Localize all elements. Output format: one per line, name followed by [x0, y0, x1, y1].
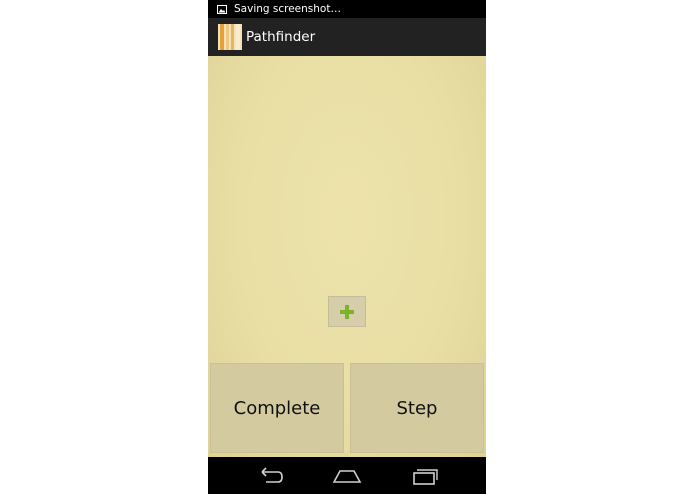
- status-notification-text: Saving screenshot…: [234, 3, 341, 15]
- home-icon[interactable]: [331, 466, 363, 486]
- main-content-area: Complete Step: [208, 56, 486, 457]
- add-button[interactable]: [328, 296, 366, 327]
- status-bar: Saving screenshot…: [208, 0, 486, 18]
- recent-apps-icon[interactable]: [410, 466, 440, 486]
- bottom-button-row: Complete Step: [208, 363, 486, 457]
- back-icon[interactable]: [254, 466, 284, 486]
- app-title: Pathfinder: [246, 29, 316, 45]
- app-icon[interactable]: [218, 24, 242, 50]
- image-icon: [217, 4, 227, 14]
- action-bar: Pathfinder: [208, 18, 486, 57]
- complete-button-label: Complete: [233, 397, 321, 419]
- navigation-bar: [208, 457, 486, 494]
- phone-screen: Saving screenshot… Pathfinder Complete S…: [208, 0, 486, 494]
- plus-icon: [340, 304, 354, 319]
- step-button[interactable]: Step: [350, 363, 484, 453]
- complete-button[interactable]: Complete: [210, 363, 344, 453]
- step-button-label: Step: [396, 397, 438, 419]
